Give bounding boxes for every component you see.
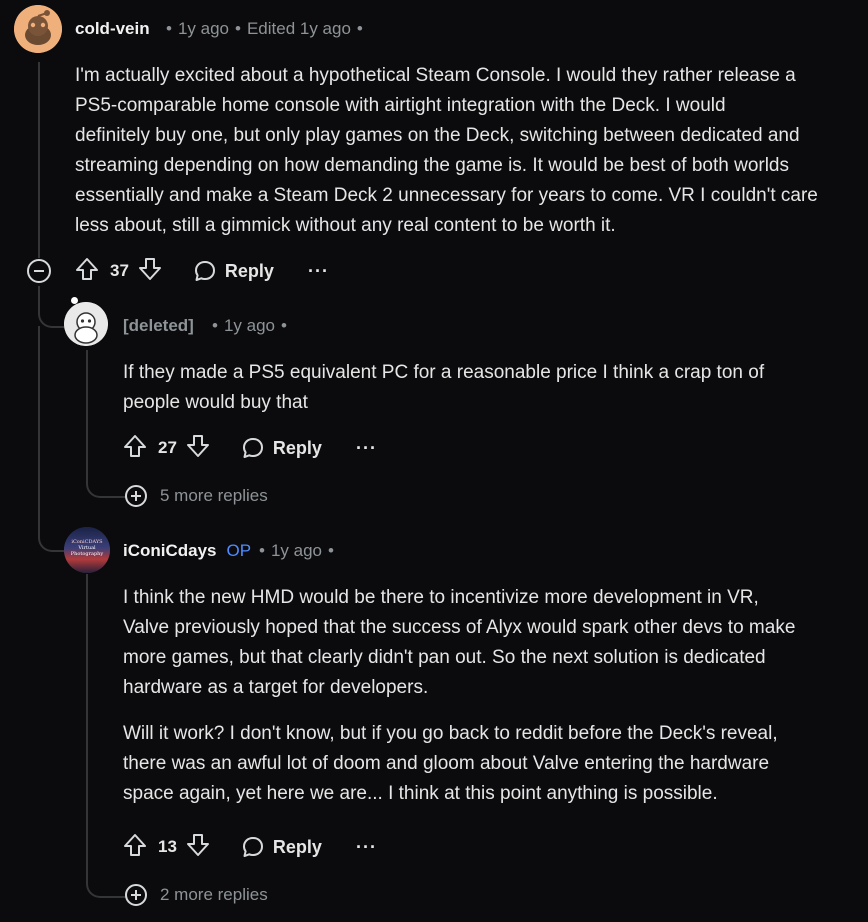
upvote-arrow-icon xyxy=(124,833,146,856)
comment-line: Will it work? I don't know, but if you g… xyxy=(123,723,778,744)
comment-body: If they made a PS5 equivalent PC for a r… xyxy=(123,358,764,418)
comment-actions: 13 Reply ··· xyxy=(122,832,377,862)
comment-body: I'm actually excited about a hypothetica… xyxy=(75,61,818,241)
speech-bubble-icon xyxy=(242,438,263,458)
comment-edited: Edited 1y ago xyxy=(246,19,351,38)
reply-label: Reply xyxy=(272,836,322,857)
op-badge: OP xyxy=(226,541,252,560)
downvote-arrow-icon xyxy=(186,833,209,856)
more-replies-link[interactable]: 5 more replies xyxy=(124,484,268,508)
downvote-button[interactable] xyxy=(185,433,211,464)
comment-actions: 27 Reply ··· xyxy=(122,433,377,463)
downvote-button[interactable] xyxy=(137,256,163,287)
reply-button[interactable]: Reply xyxy=(241,835,322,859)
deleted-snoo-icon xyxy=(64,302,108,346)
comment-actions: 37 Reply ··· xyxy=(74,256,329,286)
avatar-deleted[interactable] xyxy=(64,302,108,346)
downvote-button[interactable] xyxy=(185,832,211,863)
snoo-avatar-icon xyxy=(14,5,62,53)
comment-time: 1y ago xyxy=(270,541,322,560)
comment-line: definitely buy one, but only play games … xyxy=(75,125,800,146)
more-replies-link[interactable]: 2 more replies xyxy=(124,883,268,907)
vote-count: 27 xyxy=(158,438,177,457)
comment-meta: • 1y ago • Edited 1y ago • xyxy=(166,19,363,38)
upvote-button[interactable] xyxy=(122,832,148,863)
comment-line: I think the new HMD would be there to in… xyxy=(123,587,759,608)
upvote-button[interactable] xyxy=(74,256,100,287)
comment-line: there was an awful lot of doom and gloom… xyxy=(123,753,770,774)
thread-connector-more-replies-2 xyxy=(86,844,126,898)
comment-line: essentially and make a Steam Deck 2 unne… xyxy=(75,185,818,206)
speech-bubble-icon xyxy=(194,261,215,281)
comment-line: If they made a PS5 equivalent PC for a r… xyxy=(123,362,765,383)
plus-circle-icon xyxy=(125,884,147,906)
collapse-thread-button[interactable] xyxy=(26,258,52,284)
comment-line: I'm actually excited about a hypothetica… xyxy=(75,65,796,86)
avatar-text: Photography xyxy=(70,551,104,557)
comment-time: 1y ago xyxy=(223,316,275,335)
more-options-button[interactable]: ··· xyxy=(356,438,377,459)
more-replies-label: 2 more replies xyxy=(160,885,268,904)
thread-line-iconicdays xyxy=(86,574,88,844)
reply-label: Reply xyxy=(224,260,274,281)
comment-author-name: iConiCdays xyxy=(123,541,217,560)
downvote-arrow-icon xyxy=(186,434,209,457)
comment-line: streaming depending on how demanding the… xyxy=(75,155,790,176)
minus-circle-icon xyxy=(27,259,51,283)
more-options-button[interactable]: ··· xyxy=(308,261,329,282)
reply-button[interactable]: Reply xyxy=(241,436,322,460)
upvote-arrow-icon xyxy=(76,257,98,280)
plus-circle-icon xyxy=(125,485,147,507)
comment-line: PS5-comparable home console with airtigh… xyxy=(75,95,726,116)
upvote-arrow-icon xyxy=(124,434,146,457)
comment-line xyxy=(123,703,795,719)
comment-line: less about, still a gimmick without any … xyxy=(75,215,616,236)
upvote-button[interactable] xyxy=(122,433,148,464)
comment-line: Valve previously hoped that the success … xyxy=(123,617,796,638)
avatar-cold-vein[interactable] xyxy=(14,5,62,53)
avatar-antenna-dot xyxy=(71,297,78,304)
comment-body: I think the new HMD would be there to in… xyxy=(123,583,795,809)
vote-count: 13 xyxy=(158,837,177,856)
vote-count: 37 xyxy=(110,261,129,280)
thread-line-root xyxy=(38,62,40,258)
more-replies-label: 5 more replies xyxy=(160,486,268,505)
thread-connector-more-replies-1 xyxy=(86,450,126,498)
comment-author[interactable]: iConiCdays OP xyxy=(123,541,251,561)
comment-author[interactable]: [deleted] xyxy=(123,316,194,336)
downvote-arrow-icon xyxy=(138,257,161,280)
comment-line: more games, but that clearly didn't pan … xyxy=(123,647,766,668)
comment-time: 1y ago xyxy=(177,19,229,38)
avatar-iconicdays[interactable]: iConiCDAYS Virtual Photography xyxy=(64,527,110,573)
thread-connector-iconicdays xyxy=(38,326,70,552)
speech-bubble-icon xyxy=(242,837,263,857)
comment-line: hardware as a target for developers. xyxy=(123,677,429,698)
comment-meta: • 1y ago • xyxy=(259,541,334,560)
comment-author[interactable]: cold-vein xyxy=(75,19,150,39)
comment-line: space again, yet here we are... I think … xyxy=(123,783,718,804)
reply-button[interactable]: Reply xyxy=(193,259,274,283)
more-options-button[interactable]: ··· xyxy=(356,837,377,858)
comment-meta: • 1y ago • xyxy=(212,316,287,335)
thread-line-deleted xyxy=(86,350,88,450)
reply-label: Reply xyxy=(272,437,322,458)
comment-line: people would buy that xyxy=(123,392,308,413)
